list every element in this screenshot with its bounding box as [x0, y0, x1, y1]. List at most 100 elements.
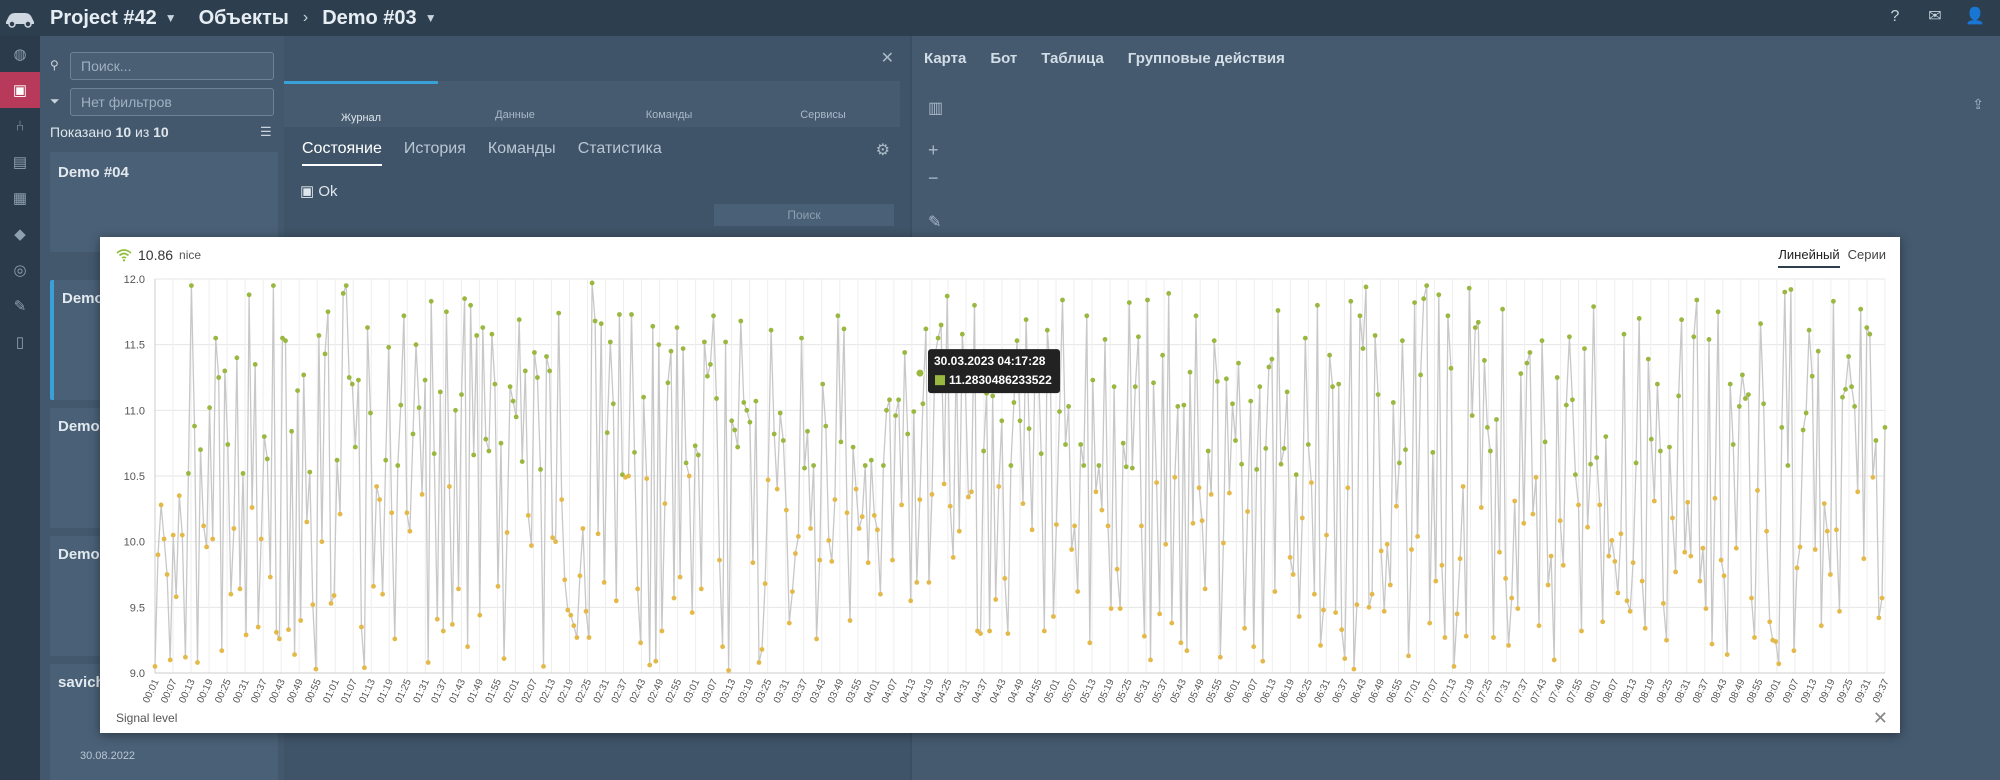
close-icon[interactable]: ✕	[1873, 708, 1888, 729]
data-point	[641, 394, 646, 400]
edit-icon[interactable]: ✎	[0, 288, 40, 324]
subtab-history[interactable]: История	[404, 140, 466, 166]
data-point	[501, 656, 507, 661]
globe-icon[interactable]: ◍	[0, 36, 40, 72]
data-point	[419, 492, 425, 497]
data-point	[1054, 522, 1059, 527]
data-point	[1208, 492, 1214, 497]
filter-input[interactable]: Нет фильтров	[70, 88, 274, 116]
eye-off-icon[interactable]: ◎	[0, 252, 40, 288]
data-point	[274, 629, 279, 635]
data-point	[1445, 313, 1451, 319]
tab-data[interactable]: Данные	[438, 81, 592, 127]
data-point	[589, 280, 595, 286]
data-point	[1139, 523, 1144, 529]
subtab-commands[interactable]: Команды	[488, 140, 556, 166]
map-export-icon[interactable]: ⇪	[1972, 96, 1984, 113]
data-point	[1275, 308, 1281, 313]
data-point	[1254, 467, 1260, 472]
data-point	[1278, 461, 1284, 467]
data-point	[416, 405, 422, 411]
data-point	[1800, 427, 1806, 433]
file-icon[interactable]: ▯	[0, 324, 40, 360]
data-point	[362, 665, 367, 671]
data-point	[1114, 566, 1120, 572]
help-icon[interactable]: ?	[1884, 6, 1906, 28]
data-point	[207, 405, 212, 411]
data-point	[301, 372, 307, 378]
data-point	[1515, 606, 1521, 611]
data-point	[1648, 436, 1654, 442]
subtab-state[interactable]: Состояние	[302, 140, 382, 166]
tree-icon[interactable]: ⑃	[0, 108, 40, 144]
project-selector[interactable]: Project #42 ▼	[50, 7, 177, 30]
data-point	[374, 484, 379, 489]
breadcrumb-section[interactable]: Объекты	[199, 7, 289, 30]
data-point	[1433, 578, 1439, 584]
data-point	[568, 612, 574, 618]
list-view-icon[interactable]: ☰	[260, 124, 272, 140]
map-layers-icon[interactable]: ▥	[928, 98, 943, 118]
ruler-icon[interactable]: ✎	[928, 212, 941, 232]
journal-search-input[interactable]: Поиск	[714, 204, 894, 226]
top-bar: Project #42 ▼ Объекты › Demo #03 ▼ ? ✉ 👤	[0, 0, 2000, 36]
tab-bot[interactable]: Бот	[990, 50, 1017, 67]
data-point	[222, 368, 228, 374]
data-point	[252, 362, 258, 367]
data-point	[844, 510, 850, 516]
object-selector[interactable]: Demo #03 ▼	[322, 7, 436, 30]
user-icon[interactable]: 👤	[1964, 6, 1986, 28]
data-point	[228, 591, 234, 597]
data-point	[689, 610, 695, 615]
data-point	[862, 463, 868, 468]
data-point	[204, 544, 209, 550]
data-point	[1539, 338, 1545, 344]
data-point	[1682, 549, 1688, 555]
status-ok: ▣ Ok	[300, 183, 338, 200]
signal-line-chart[interactable]: 12.011.511.010.510.09.59.000:0100:0700:1…	[100, 237, 1900, 733]
data-point	[1551, 657, 1557, 663]
data-point	[683, 460, 689, 466]
data-point	[1421, 296, 1427, 302]
tab-group-actions[interactable]: Групповые действия	[1128, 50, 1285, 67]
tab-commands[interactable]: Команды	[592, 81, 746, 127]
data-point	[186, 471, 191, 476]
tab-services[interactable]: Сервисы	[746, 81, 900, 127]
data-point	[1743, 396, 1748, 401]
data-point	[161, 536, 167, 542]
data-point	[786, 620, 792, 626]
data-point	[1867, 331, 1873, 337]
data-point	[267, 574, 273, 580]
data-point	[289, 428, 294, 434]
close-icon[interactable]: ✕	[881, 48, 894, 68]
data-point	[793, 551, 798, 556]
tab-table[interactable]: Таблица	[1041, 50, 1104, 67]
mail-icon[interactable]: ✉	[1924, 6, 1946, 28]
tag-icon[interactable]: ◆	[0, 216, 40, 252]
data-point	[395, 463, 401, 468]
calendar-icon[interactable]: ▤	[0, 144, 40, 180]
data-point	[331, 593, 337, 598]
data-point	[1506, 643, 1511, 648]
data-point	[1211, 338, 1217, 344]
zoom-in-icon[interactable]: +	[928, 140, 939, 161]
data-point	[1609, 538, 1615, 543]
data-point	[1439, 562, 1445, 568]
tab-journal[interactable]: Журнал	[284, 81, 438, 127]
subtab-statistics[interactable]: Статистика	[578, 140, 662, 166]
data-point	[626, 473, 631, 479]
data-point	[307, 469, 313, 475]
car-logo-icon[interactable]	[0, 0, 40, 36]
data-point	[956, 528, 962, 534]
y-tick-label: 12.0	[124, 274, 145, 286]
table-icon[interactable]: ▦	[0, 180, 40, 216]
zoom-out-icon[interactable]: −	[928, 168, 939, 189]
search-input[interactable]: Поиск...	[70, 52, 274, 80]
gear-icon[interactable]: ⚙	[876, 140, 890, 160]
data-point	[881, 463, 886, 468]
object-icon[interactable]: ▣	[0, 72, 40, 108]
tab-map[interactable]: Карта	[924, 50, 966, 67]
data-point	[334, 457, 340, 463]
data-point	[1882, 425, 1888, 430]
data-point	[613, 598, 619, 604]
